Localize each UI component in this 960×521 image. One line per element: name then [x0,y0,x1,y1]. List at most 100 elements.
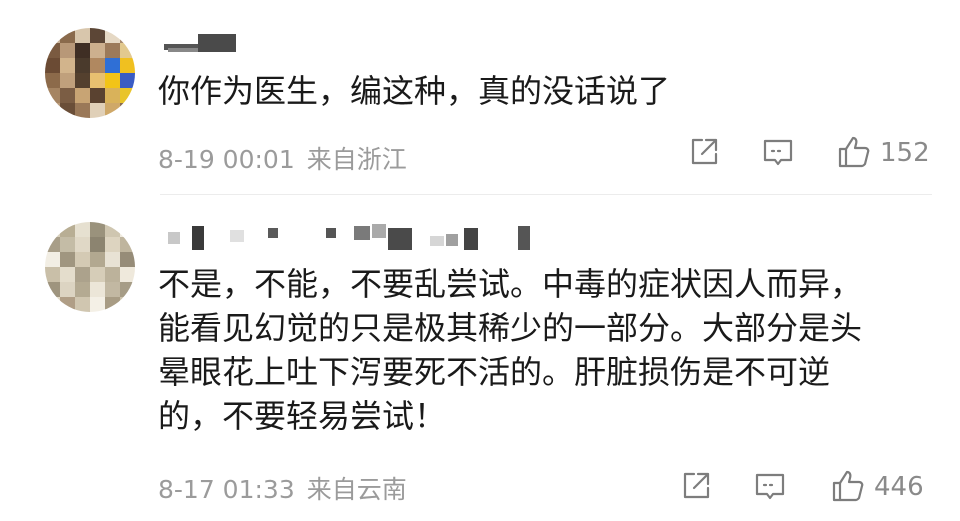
comment-text: 不是，不能，不要乱尝试。中毒的症状因人而异， 能看见幻觉的只是极其稀少的一部分。… [158,265,863,435]
redaction-block [192,226,204,250]
avatar-pixel [45,58,60,73]
avatar-pixel [105,237,120,252]
comment-meta: 8-17 01:33 来自云南 [158,470,407,506]
avatar-pixel [45,282,60,297]
avatar-pixel [60,222,75,237]
avatar-pixel [90,237,105,252]
comment-item: 不是，不能，不要乱尝试。中毒的症状因人而异， 能看见幻觉的只是极其稀少的一部分。… [0,196,960,521]
avatar-pixel [105,267,120,282]
avatar-pixel [120,222,135,237]
avatar-pixel [60,103,75,118]
avatar-pixel [105,252,120,267]
redaction-block [198,34,236,52]
avatar-pixel [90,73,105,88]
avatar-pixel [45,267,60,282]
redaction-block [326,228,336,238]
share-icon[interactable] [686,134,722,170]
avatar-pixel [90,282,105,297]
like-count: 152 [880,138,930,168]
avatar-pixel [120,88,135,103]
avatar-pixel [45,297,60,312]
avatar-pixel [60,297,75,312]
avatar-pixel [45,103,60,118]
comment-item: 你作为医生，编这种，真的没话说了 8-19 00:01 来自浙江 152 [0,0,960,196]
avatar-pixel [105,28,120,43]
like-count: 446 [874,472,924,502]
avatar-pixel [120,73,135,88]
comment-location: 来自浙江 [306,145,407,174]
divider [160,194,932,195]
comment-icon[interactable] [760,134,796,170]
avatar-pixel [45,222,60,237]
thumbs-up-icon[interactable] [830,468,866,504]
share-icon[interactable] [678,468,714,504]
avatar-pixel [45,252,60,267]
avatar-pixel [120,252,135,267]
thumbs-up-icon[interactable] [836,134,872,170]
avatar-pixel [60,58,75,73]
avatar-pixel [60,252,75,267]
avatar-pixel [75,58,90,73]
comment-icon[interactable] [752,468,788,504]
avatar-pixel [75,297,90,312]
redaction-block [168,48,198,52]
redaction-block [518,226,530,250]
avatar-pixel [120,267,135,282]
avatar-pixel [90,103,105,118]
redaction-block [354,226,370,240]
avatar-pixel [60,43,75,58]
avatar[interactable] [45,28,135,118]
avatar-pixel [45,28,60,43]
avatar-pixel [75,222,90,237]
avatar-pixel [60,237,75,252]
avatar-pixel [105,58,120,73]
avatar-pixel [60,282,75,297]
avatar-pixel [120,237,135,252]
avatar-pixel [90,58,105,73]
avatar-pixel [75,103,90,118]
avatar-pixel [90,43,105,58]
redaction-block [372,224,386,238]
redaction-block [230,230,244,242]
avatar-pixel [90,88,105,103]
redaction-block [388,228,412,250]
comment-text: 你作为医生，编这种，真的没话说了 [158,72,671,110]
comment-location: 来自云南 [306,475,407,504]
avatar-pixel [120,282,135,297]
redaction-block [464,228,478,250]
avatar-pixel [45,43,60,58]
avatar-pixel [75,252,90,267]
comment-meta: 8-19 00:01 来自浙江 [158,140,407,176]
avatar-pixel [120,103,135,118]
avatar-pixel [120,58,135,73]
avatar-pixel [75,43,90,58]
redaction-block [446,234,458,246]
avatar-pixel [60,28,75,43]
avatar-pixel [105,297,120,312]
avatar[interactable] [45,222,135,312]
avatar-pixel [60,73,75,88]
avatar-pixel [60,267,75,282]
avatar-pixel [105,88,120,103]
avatar-pixel [75,88,90,103]
avatar-pixel [75,267,90,282]
avatar-pixel [120,297,135,312]
redaction-block [430,236,444,246]
avatar-pixel [75,237,90,252]
avatar-pixel [90,252,105,267]
avatar-pixel [45,237,60,252]
avatar-pixel [105,43,120,58]
redaction-block [268,228,278,238]
avatar-pixel [90,297,105,312]
avatar-pixel [105,222,120,237]
avatar-pixel [75,73,90,88]
avatar-pixel [90,28,105,43]
avatar-pixel [105,103,120,118]
avatar-pixel [45,73,60,88]
avatar-pixel [90,267,105,282]
avatar-pixel [120,28,135,43]
avatar-pixel [45,88,60,103]
redaction-block [168,232,180,244]
avatar-pixel [105,282,120,297]
avatar-pixel [105,73,120,88]
